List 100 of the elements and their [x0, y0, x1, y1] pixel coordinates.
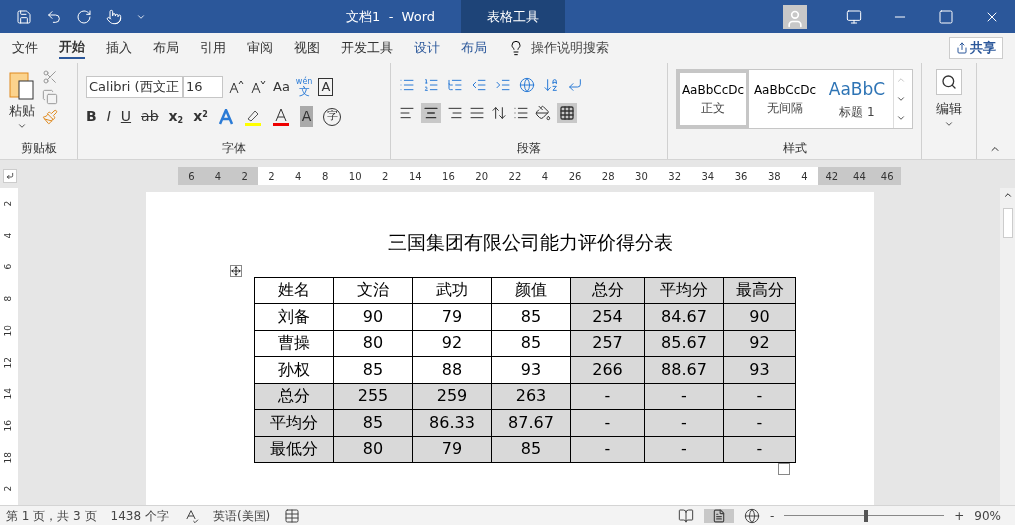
ruler-number: 4	[214, 169, 222, 184]
table-move-handle[interactable]	[230, 264, 242, 277]
print-layout-button[interactable]	[703, 508, 734, 523]
indent-icon[interactable]	[495, 77, 511, 93]
ribbon-tab[interactable]: 开始	[59, 37, 85, 59]
ruler-number: 6	[188, 169, 195, 184]
shrink-font-icon[interactable]	[251, 80, 267, 94]
text-effect-icon[interactable]	[217, 108, 234, 125]
ribbon-tab[interactable]: 设计	[414, 38, 440, 58]
style-item[interactable]: AaBbCcDc 无间隔	[749, 70, 821, 128]
word-count[interactable]: 1438 个字	[110, 506, 169, 525]
scroll-down-icon[interactable]	[895, 94, 906, 104]
ruler-number: 10	[2, 324, 15, 337]
ribbon-tab[interactable]: 文件	[12, 38, 38, 58]
numbering-icon[interactable]	[423, 77, 439, 93]
language-label[interactable]: 英语(美国)	[212, 506, 271, 525]
case-button[interactable]: Aa	[273, 77, 290, 97]
subscript-button[interactable]: x$_{2}$	[168, 106, 184, 127]
table-cell: 平均分	[644, 277, 724, 304]
ribbon-tab[interactable]: 视图	[294, 38, 320, 58]
ruler-number: 18	[2, 451, 15, 464]
multilevel-list-icon[interactable]	[447, 77, 463, 93]
page-count[interactable]: 第 1 页，共 3 页	[6, 506, 97, 525]
scroll-up-icon[interactable]	[1002, 190, 1013, 200]
ribbon-tab[interactable]: 布局	[461, 38, 487, 58]
ruler-number: 2	[2, 486, 15, 492]
bullets-icon[interactable]	[399, 77, 415, 93]
font-size-field[interactable]: 16	[183, 76, 223, 98]
ruler-number: 2	[268, 169, 275, 184]
style-item[interactable]: AaBbC 标题 1	[821, 70, 893, 128]
ribbon-tab[interactable]: 审阅	[247, 38, 273, 58]
share-icon	[956, 42, 968, 54]
strikethrough-button[interactable]: ab	[141, 106, 159, 127]
align-center-button[interactable]	[421, 103, 441, 123]
sort-icon[interactable]	[543, 77, 559, 93]
table-cell: -	[723, 436, 796, 463]
table-cell: 最高分	[723, 277, 796, 304]
ribbon-tab[interactable]: 布局	[153, 38, 179, 58]
align-left-icon[interactable]	[399, 105, 415, 121]
table-cell: 刘备	[254, 303, 334, 330]
share-button[interactable]: 共享	[949, 37, 1003, 59]
edit-button[interactable]: 编辑	[936, 99, 962, 119]
style-item[interactable]: AaBbCcDc 正文	[677, 70, 749, 128]
ribbon-tab[interactable]: 插入	[106, 38, 132, 58]
table-cell: 总分	[254, 383, 334, 410]
table-cell: 88.67	[644, 356, 724, 383]
account-avatar[interactable]	[783, 4, 807, 29]
zoom-thumb[interactable]	[864, 509, 869, 522]
maximize-icon[interactable]	[938, 8, 954, 25]
table-cell: 90	[723, 303, 796, 330]
outdent-icon[interactable]	[471, 77, 487, 93]
table-resize-handle[interactable]	[778, 463, 790, 475]
zoom-slider[interactable]	[784, 509, 945, 522]
zoom-in-button[interactable]: +	[954, 506, 965, 525]
font-color-icon[interactable]	[271, 107, 290, 126]
tab-selector[interactable]	[3, 169, 17, 183]
scissors-icon[interactable]	[42, 69, 58, 85]
scroll-thumb[interactable]	[1002, 208, 1013, 238]
table-cell: 266	[570, 356, 645, 383]
zoom-percent[interactable]: 90%	[974, 506, 1009, 525]
superscript-button[interactable]: x$^{2}$	[193, 106, 208, 127]
line-spacing-icon[interactable]	[513, 105, 529, 121]
zoom-out-button[interactable]: -	[769, 506, 775, 525]
italic-button[interactable]: I	[106, 106, 111, 127]
table-cell: 孙权	[254, 356, 334, 383]
read-mode-icon[interactable]	[677, 507, 694, 524]
web-layout-icon[interactable]	[743, 507, 760, 524]
table-cell: 最低分	[254, 436, 334, 463]
redo-icon[interactable]	[76, 8, 92, 25]
distribute-icon[interactable]	[491, 105, 507, 121]
search-button[interactable]	[936, 69, 962, 95]
bold-button[interactable]: B	[86, 106, 97, 127]
ruler-number: 10	[348, 169, 362, 184]
save-icon[interactable]	[16, 8, 32, 25]
paste-button[interactable]: 粘贴	[8, 69, 36, 139]
ribbon-display-icon[interactable]	[846, 8, 862, 25]
ribbon-tab[interactable]: 开发工具	[341, 38, 393, 58]
table-cell: -	[570, 383, 645, 410]
justify-icon[interactable]	[469, 105, 485, 121]
ruler-number: 16	[442, 169, 455, 184]
shading-char-button[interactable]: A	[299, 106, 314, 127]
underline-button[interactable]: U	[120, 106, 132, 127]
font-name-field[interactable]: Calibri (西文正	[86, 76, 183, 98]
ruler-number: 12	[2, 356, 15, 368]
paragraph-mark-icon[interactable]	[567, 77, 583, 93]
ribbon-tab[interactable]: 引用	[200, 38, 226, 58]
ruby-button[interactable]: wén 文	[295, 77, 313, 97]
align-right-icon[interactable]	[447, 105, 463, 121]
border-char-button[interactable]: A	[318, 77, 334, 97]
borders-button[interactable]	[557, 103, 577, 123]
lightbulb-icon[interactable]	[508, 40, 524, 56]
shading-icon[interactable]	[535, 105, 551, 121]
ruler-number: 2	[241, 169, 248, 184]
tell-me-field[interactable]: 操作说明搜索	[531, 38, 609, 58]
undo-icon[interactable]	[46, 8, 62, 25]
grow-font-icon[interactable]	[229, 80, 245, 94]
table-cell: 86.33	[412, 409, 492, 436]
ruler-number: 4	[801, 169, 808, 184]
touch-mode-icon[interactable]	[106, 8, 122, 25]
table-cell: 92	[412, 330, 492, 357]
